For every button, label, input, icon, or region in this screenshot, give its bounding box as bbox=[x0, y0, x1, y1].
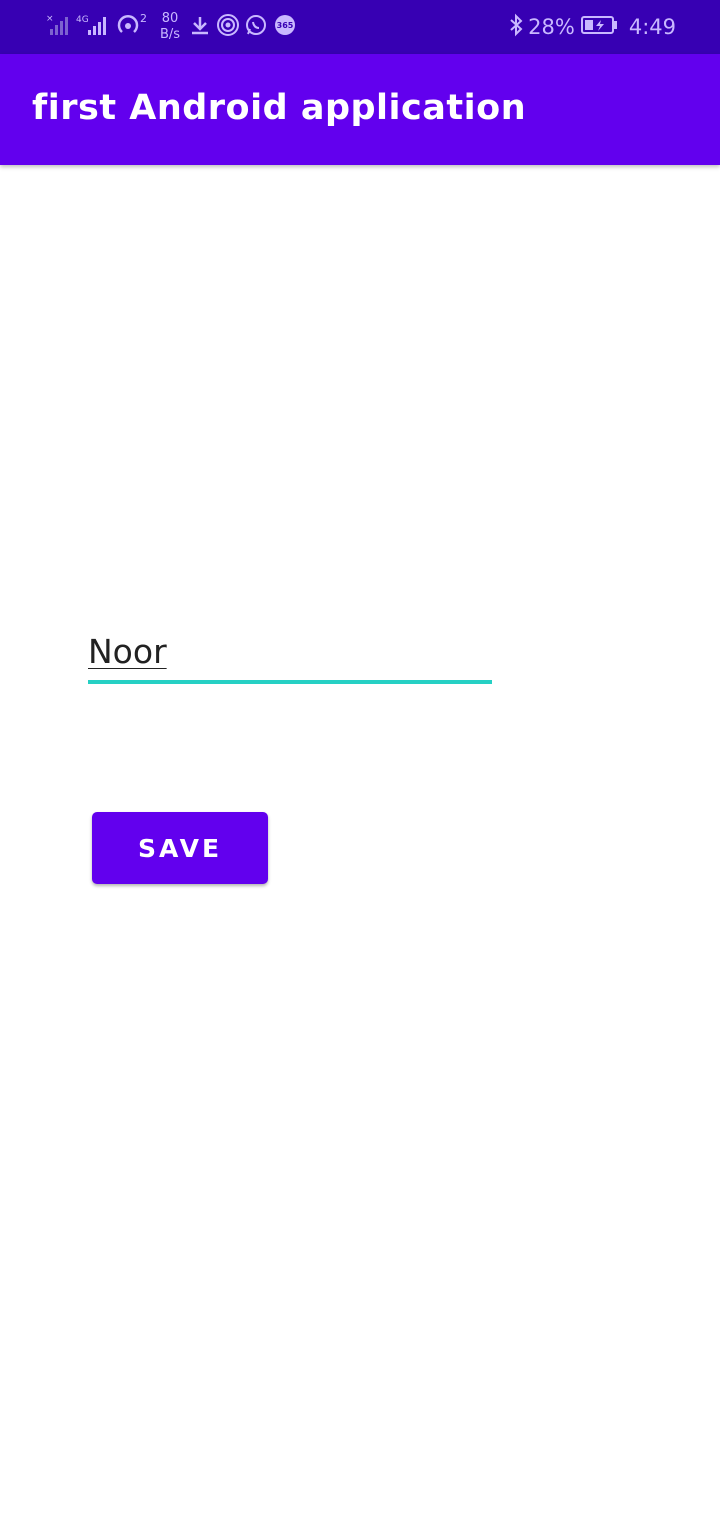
svg-text:365: 365 bbox=[277, 21, 294, 30]
bluetooth-icon bbox=[508, 13, 524, 41]
status-time: 4:49 bbox=[628, 15, 676, 39]
name-field-underline bbox=[88, 680, 492, 684]
svg-text:×: × bbox=[46, 14, 54, 24]
hotspot-icon: 2 bbox=[116, 12, 150, 42]
status-bar-right: 28% 4:49 bbox=[508, 0, 676, 54]
network-speed-unit: B/s bbox=[160, 27, 181, 42]
wireless-icon bbox=[216, 13, 240, 41]
status-bar-left: × 4G 2 80 B/s 365 bbox=[46, 0, 302, 54]
name-field-value[interactable]: Noor bbox=[88, 632, 167, 671]
save-button-label: SAVE bbox=[137, 833, 223, 863]
battery-charging-icon bbox=[580, 14, 619, 40]
status-bar: × 4G 2 80 B/s 365 28% 4:49 bbox=[0, 0, 720, 54]
signal-no-sim-icon: × bbox=[46, 13, 72, 41]
svg-text:2: 2 bbox=[140, 12, 147, 25]
download-icon bbox=[188, 13, 212, 41]
name-field[interactable]: Noor bbox=[88, 626, 492, 684]
svg-text:4G: 4G bbox=[76, 15, 89, 25]
battery-percent: 28% bbox=[528, 15, 575, 39]
app-bar: first Android application bbox=[0, 54, 720, 165]
network-speed-value: 80 bbox=[161, 11, 179, 26]
network-speed: 80 B/s bbox=[160, 11, 180, 43]
app-title: first Android application bbox=[32, 88, 527, 128]
app-365-icon: 365 bbox=[272, 13, 298, 41]
save-button[interactable]: SAVE bbox=[92, 812, 268, 884]
whatsapp-icon bbox=[244, 13, 268, 41]
signal-4g-icon: 4G bbox=[76, 13, 112, 41]
